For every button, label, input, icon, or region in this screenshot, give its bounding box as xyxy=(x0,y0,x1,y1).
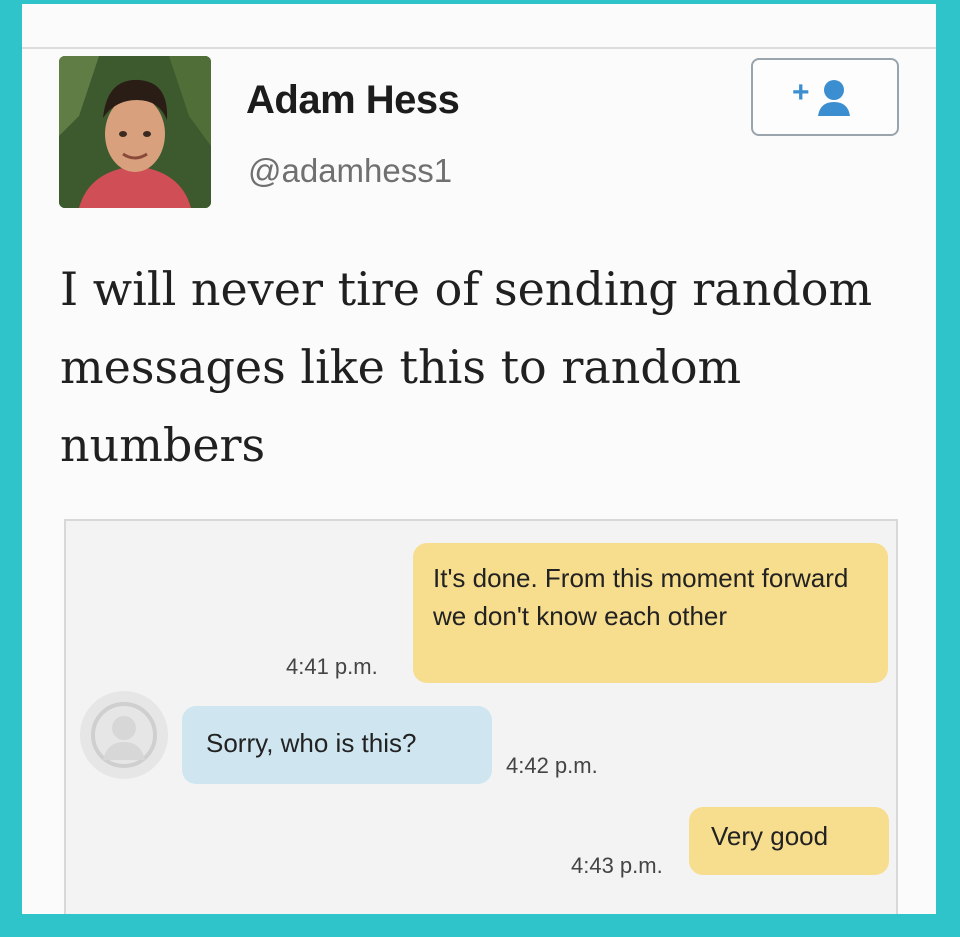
tweet-card: Adam Hess @adamhess1 + I will never tire… xyxy=(22,4,936,914)
message-bubble-received: Sorry, who is this? xyxy=(182,706,492,784)
svg-text:+: + xyxy=(792,76,810,109)
avatar-photo xyxy=(59,56,211,208)
message-bubble-sent: It's done. From this moment forward we d… xyxy=(413,543,888,683)
tweet-text: I will never tire of sending random mess… xyxy=(60,262,873,472)
message-timestamp: 4:42 p.m. xyxy=(506,753,598,778)
divider xyxy=(22,47,936,49)
message-timestamp: 4:41 p.m. xyxy=(286,654,378,679)
message-bubble-sent: Very good xyxy=(689,807,889,875)
author-avatar[interactable] xyxy=(59,56,211,208)
message-thread-screenshot: It's done. From this moment forward we d… xyxy=(64,519,898,914)
message-timestamp: 4:43 p.m. xyxy=(571,853,663,878)
add-user-icon: + xyxy=(792,76,850,116)
author-handle[interactable]: @adamhess1 xyxy=(248,152,452,190)
author-name[interactable]: Adam Hess xyxy=(246,78,460,123)
person-icon xyxy=(91,702,157,768)
follow-button[interactable]: + xyxy=(751,58,899,136)
contact-avatar xyxy=(80,691,168,779)
